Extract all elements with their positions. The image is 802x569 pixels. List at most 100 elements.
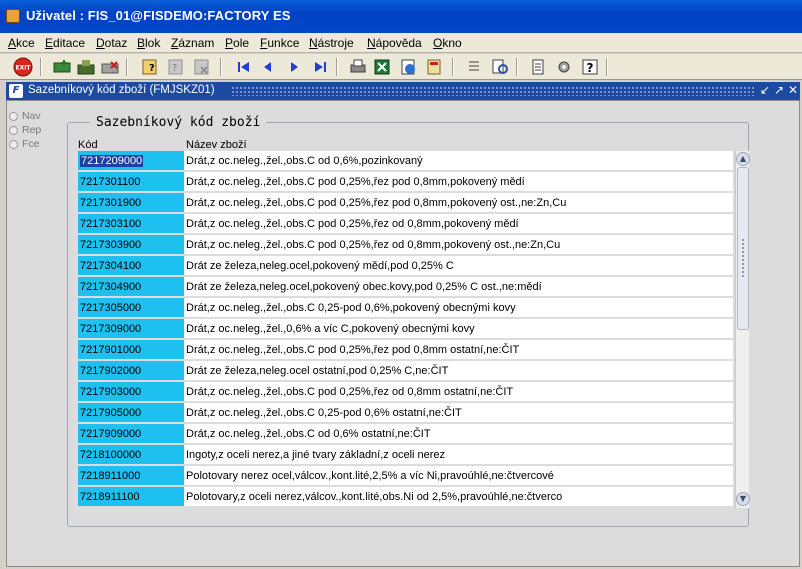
scroll-up-icon[interactable]: ▲: [736, 152, 750, 166]
table-row[interactable]: 7217305000 Drát,z oc.neleg.,žel.,obs.C 0,…: [78, 298, 733, 318]
code-field[interactable]: 7218911100: [78, 487, 184, 507]
name-field[interactable]: Drát,z oc.neleg.,žel.,obs.C pod 0,25%,ře…: [184, 340, 733, 360]
name-field[interactable]: Drát,z oc.neleg.,žel.,obs.C pod 0,25%,ře…: [184, 235, 733, 255]
table-row[interactable]: 7218911100 Polotovary,z oceli nerez,válco…: [78, 487, 733, 507]
menu-item-5[interactable]: Pole: [225, 36, 249, 50]
name-field[interactable]: Drát,z oc.neleg.,žel.,obs.C od 0,6%,pozi…: [184, 151, 733, 171]
previous-record-icon[interactable]: [258, 57, 278, 77]
table-row[interactable]: 7217309000 Drát,z oc.neleg.,žel.,0,6% a v…: [78, 319, 733, 339]
menu-item-1[interactable]: Editace: [45, 36, 85, 50]
print-icon[interactable]: [348, 57, 368, 77]
name-field[interactable]: Drát,z oc.neleg.,žel.,obs.C 0,25-pod 0,6…: [184, 403, 733, 423]
code-field[interactable]: 7217304900: [78, 277, 184, 297]
exit-button[interactable]: EXIT: [13, 57, 33, 77]
insert-record-icon[interactable]: [52, 57, 72, 77]
code-field[interactable]: 7217901000: [78, 340, 184, 360]
record-info-icon[interactable]: [490, 57, 510, 77]
save-record-icon[interactable]: [76, 57, 96, 77]
table-row[interactable]: 7217301900 Drát,z oc.neleg.,žel.,obs.C po…: [78, 193, 733, 213]
table-row[interactable]: 7217901000 Drát,z oc.neleg.,žel.,obs.C po…: [78, 340, 733, 360]
web-export-icon[interactable]: [398, 57, 418, 77]
scroll-down-icon[interactable]: ▼: [736, 492, 750, 506]
name-field[interactable]: Polotovary nerez ocel,válcov.,kont.lité,…: [184, 466, 733, 486]
table-row[interactable]: 7217304900 Drát ze železa,neleg.ocel,poko…: [78, 277, 733, 297]
form-icon: F: [9, 84, 23, 98]
code-field[interactable]: 7218911000: [78, 466, 184, 486]
table-row[interactable]: 7217903000 Drát,z oc.neleg.,žel.,obs.C po…: [78, 382, 733, 402]
table-row[interactable]: 7218911000 Polotovary nerez ocel,válcov.,…: [78, 466, 733, 486]
table-row[interactable]: 7218100000 Ingoty,z oceli nerez,a jiné tv…: [78, 445, 733, 465]
table-row[interactable]: 7217905000 Drát,z oc.neleg.,žel.,obs.C 0,…: [78, 403, 733, 423]
name-field[interactable]: Drát,z oc.neleg.,žel.,obs.C pod 0,25%,ře…: [184, 193, 733, 213]
notes-icon[interactable]: [528, 57, 548, 77]
help-label: ?: [587, 61, 594, 75]
last-record-icon[interactable]: [310, 57, 330, 77]
menubar: Akce Editace Dotaz Blok Záznam Pole Funkce Nást…: [0, 33, 802, 53]
mode-radio-rep[interactable]: Rep: [9, 124, 69, 137]
first-record-icon[interactable]: [234, 57, 254, 77]
code-field[interactable]: 7217903000: [78, 382, 184, 402]
code-field[interactable]: 7217303900: [78, 235, 184, 255]
cancel-query-icon[interactable]: [192, 57, 212, 77]
menu-item-2[interactable]: Dotaz: [96, 36, 127, 50]
name-field[interactable]: Ingoty,z oceli nerez,a jiné tvary základ…: [184, 445, 733, 465]
code-field[interactable]: 7217303100: [78, 214, 184, 234]
code-field[interactable]: 7217909000: [78, 424, 184, 444]
toolbar-separator: [336, 58, 338, 76]
table-row[interactable]: 7217303900 Drát,z oc.neleg.,žel.,obs.C po…: [78, 235, 733, 255]
column-header-code: Kód: [78, 139, 98, 151]
form-title: Sazebníkový kód zboží (FMJSKZ01): [28, 84, 215, 96]
code-field[interactable]: 7217304100: [78, 256, 184, 276]
menu-item-9[interactable]: Okno: [433, 36, 462, 50]
code-field[interactable]: 7217209000: [78, 151, 184, 171]
table-row[interactable]: 7217301100 Drát,z oc.neleg.,žel.,obs.C po…: [78, 172, 733, 192]
calculator-icon[interactable]: [424, 57, 444, 77]
name-field[interactable]: Drát,z oc.neleg.,žel.,obs.C pod 0,25%,ře…: [184, 382, 733, 402]
code-field[interactable]: 7217905000: [78, 403, 184, 423]
table-row[interactable]: 7217902000 Drát ze železa,neleg.ocel osta…: [78, 361, 733, 381]
name-field[interactable]: Drát,z oc.neleg.,žel.,obs.C od 0,6% osta…: [184, 424, 733, 444]
menu-item-4[interactable]: Záznam: [171, 36, 214, 50]
name-field[interactable]: Drát,z oc.neleg.,žel.,obs.C 0,25-pod 0,6…: [184, 298, 733, 318]
enter-query-icon[interactable]: ?: [140, 57, 160, 77]
table-row[interactable]: 7217909000 Drát,z oc.neleg.,žel.,obs.C od…: [78, 424, 733, 444]
name-field[interactable]: Drát,z oc.neleg.,žel.,obs.C pod 0,25%,ře…: [184, 214, 733, 234]
name-field[interactable]: Polotovary,z oceli nerez,válcov.,kont.li…: [184, 487, 733, 507]
toolbar-separator: [516, 58, 518, 76]
table-row[interactable]: 7217209000 Drát,z oc.neleg.,žel.,obs.C od…: [78, 151, 733, 171]
menu-item-3[interactable]: Blok: [137, 36, 160, 50]
name-field[interactable]: Drát,z oc.neleg.,žel.,obs.C pod 0,25%,ře…: [184, 172, 733, 192]
name-field[interactable]: Drát,z oc.neleg.,žel.,0,6% a víc C,pokov…: [184, 319, 733, 339]
code-field[interactable]: 7217309000: [78, 319, 184, 339]
code-field[interactable]: 7217301900: [78, 193, 184, 213]
maximize-icon[interactable]: ↗: [772, 83, 786, 98]
menu-item-6[interactable]: Funkce: [260, 36, 299, 50]
menu-item-0[interactable]: Akce: [8, 36, 35, 50]
list-values-icon[interactable]: [464, 57, 484, 77]
mode-radio-nav[interactable]: Nav: [9, 110, 69, 123]
delete-record-icon[interactable]: [100, 57, 120, 77]
code-field[interactable]: 7217902000: [78, 361, 184, 381]
next-record-icon[interactable]: [284, 57, 304, 77]
scroll-thumb[interactable]: [737, 167, 749, 330]
mode-label: Rep: [22, 124, 42, 136]
excel-export-icon[interactable]: [372, 57, 392, 77]
mode-radio-fce[interactable]: Fce: [9, 138, 69, 151]
menu-item-8[interactable]: Nápověda: [367, 36, 422, 50]
menu-item-7[interactable]: Nástroje: [309, 36, 354, 50]
table-row[interactable]: 7217303100 Drát,z oc.neleg.,žel.,obs.C po…: [78, 214, 733, 234]
code-field[interactable]: 7218100000: [78, 445, 184, 465]
code-field[interactable]: 7217301100: [78, 172, 184, 192]
name-field[interactable]: Drát ze železa,neleg.ocel,pokovený mědí,…: [184, 256, 733, 276]
close-icon[interactable]: ✕: [786, 83, 800, 98]
toolbar-separator: [220, 58, 222, 76]
table-row[interactable]: 7217304100 Drát ze železa,neleg.ocel,poko…: [78, 256, 733, 276]
help-icon[interactable]: ?: [580, 57, 600, 77]
settings-icon[interactable]: [554, 57, 574, 77]
vertical-scrollbar[interactable]: ▲ ▼: [735, 151, 750, 508]
name-field[interactable]: Drát ze železa,neleg.ocel ostatní,pod 0,…: [184, 361, 733, 381]
name-field[interactable]: Drát ze železa,neleg.ocel,pokovený obec.…: [184, 277, 733, 297]
minimize-icon[interactable]: ↙: [758, 83, 772, 98]
execute-query-icon[interactable]: ?: [166, 57, 186, 77]
code-field[interactable]: 7217305000: [78, 298, 184, 318]
